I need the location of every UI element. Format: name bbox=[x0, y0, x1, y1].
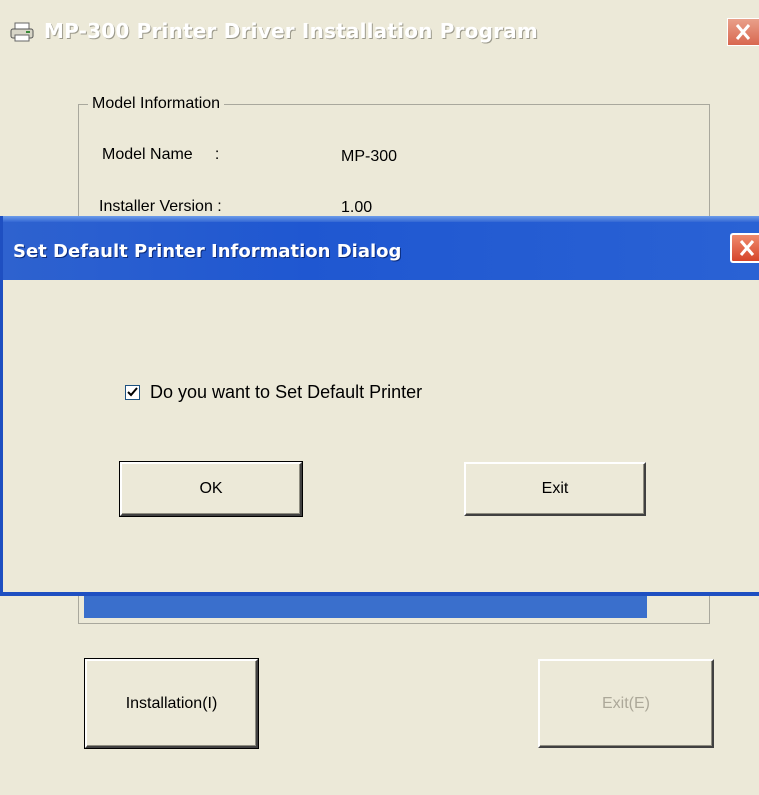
ok-button-label: OK bbox=[199, 480, 223, 497]
installation-progress-bar bbox=[84, 596, 647, 618]
progress-fill bbox=[84, 596, 647, 618]
exit-e-button[interactable]: Exit(E) bbox=[538, 659, 714, 748]
model-information-legend: Model Information bbox=[88, 95, 225, 113]
printer-icon bbox=[10, 22, 34, 42]
checkmark-icon bbox=[127, 387, 138, 397]
installer-version-value: 1.00 bbox=[341, 199, 373, 216]
installer-version-label: Installer Version : bbox=[99, 198, 222, 215]
installation-button[interactable]: Installation(I) bbox=[84, 658, 259, 749]
exit-button[interactable]: Exit bbox=[464, 462, 646, 516]
exit-button-label: Exit bbox=[541, 480, 569, 497]
dialog-title-bar[interactable]: Set Default Printer Information Dialog bbox=[3, 216, 759, 280]
main-window-title: MP-300 Printer Driver Installation Progr… bbox=[44, 19, 538, 43]
model-name-value: MP-300 bbox=[341, 148, 398, 165]
main-title-bar[interactable]: MP-300 Printer Driver Installation Progr… bbox=[0, 0, 759, 64]
main-close-button[interactable] bbox=[727, 18, 759, 46]
close-icon bbox=[739, 240, 755, 256]
exit-e-button-label: Exit(E) bbox=[602, 694, 650, 712]
set-default-printer-row[interactable]: Do you want to Set Default Printer bbox=[125, 382, 422, 403]
set-default-printer-checkbox[interactable] bbox=[125, 385, 140, 400]
set-default-printer-dialog: Set Default Printer Information Dialog D… bbox=[0, 216, 759, 596]
model-name-label: Model Name : bbox=[102, 146, 220, 163]
dialog-close-button[interactable] bbox=[730, 233, 759, 263]
set-default-printer-label: Do you want to Set Default Printer bbox=[150, 382, 423, 402]
dialog-title: Set Default Printer Information Dialog bbox=[13, 241, 402, 262]
ok-button[interactable]: OK bbox=[119, 461, 303, 517]
installation-button-label: Installation(I) bbox=[125, 694, 218, 712]
close-icon bbox=[735, 24, 751, 40]
